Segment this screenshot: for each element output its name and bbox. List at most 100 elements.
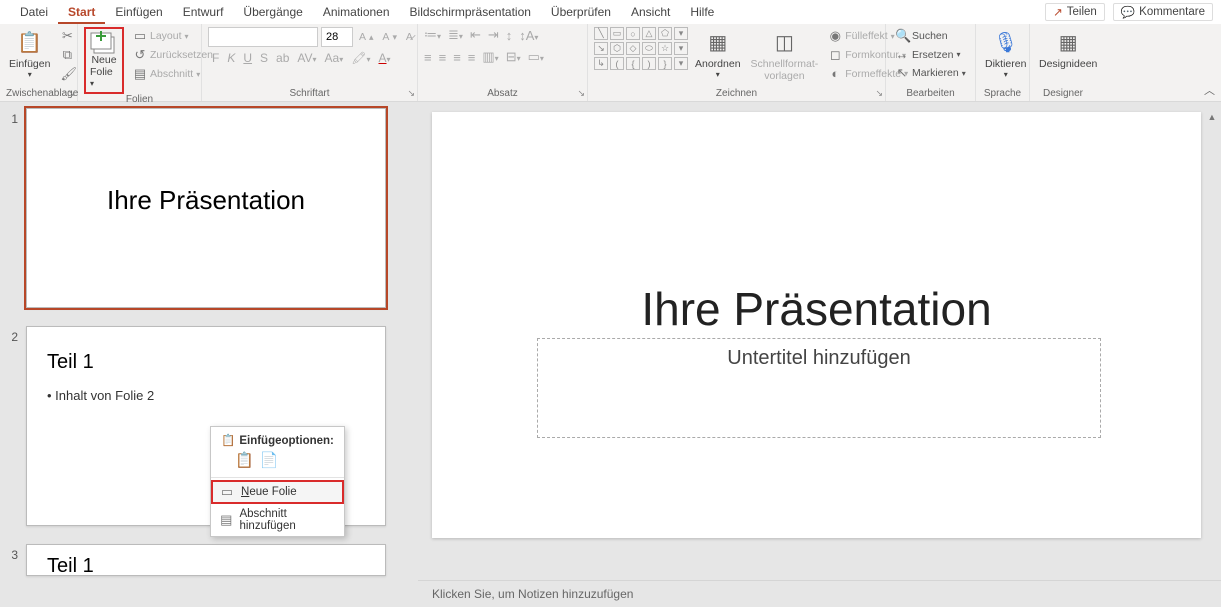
brush-icon: 🖌 [60, 66, 74, 82]
group-label-designer: Designer [1036, 88, 1090, 101]
notes-pane[interactable]: Klicken Sie, um Notizen hinzuzufügen [418, 580, 1221, 607]
paste-use-dest-theme-button[interactable]: 📋 [235, 451, 254, 469]
font-name-input[interactable] [208, 27, 318, 47]
thumb-title: Teil 1 [47, 351, 365, 374]
reset-icon: ↺ [133, 47, 147, 63]
collapse-ribbon-button[interactable]: ︿ [1204, 82, 1215, 98]
share-icon: ↗ [1053, 5, 1063, 19]
tab-start[interactable]: Start [58, 0, 105, 24]
group-label-font: Schriftart [208, 88, 411, 101]
scissors-icon: ✂ [60, 28, 74, 44]
new-slide-button[interactable]: Neue Folie ▾ [84, 27, 124, 94]
thumb-title: Ihre Präsentation [47, 185, 365, 216]
clipboard-launcher[interactable]: ↘ [67, 88, 75, 99]
design-ideas-button[interactable]: ▦Designideen [1036, 27, 1100, 73]
ctx-add-section-item[interactable]: ▤ Abschnitt hinzufügen [211, 504, 344, 536]
tab-entwurf[interactable]: Entwurf [173, 0, 234, 24]
effects-icon: ◐ [828, 66, 842, 81]
strike-button[interactable]: S [260, 51, 268, 65]
numbering-button[interactable]: ≣▾ [448, 27, 463, 43]
font-color-button[interactable]: A▾ [379, 51, 391, 65]
slide-thumbnail-3[interactable]: Teil 1 [26, 544, 386, 576]
thumb-body: • Inhalt von Folie 2 [47, 388, 365, 403]
thumb-title: Teil 1 [47, 555, 365, 576]
share-button[interactable]: ↗Teilen [1045, 3, 1105, 21]
arrange-button[interactable]: ▦Anordnen▾ [692, 27, 744, 81]
thumb-number: 3 [0, 544, 26, 588]
draw-launcher[interactable]: ↘ [875, 88, 883, 99]
group-label-paragraph: Absatz [424, 88, 581, 101]
italic-button[interactable]: K [227, 51, 235, 65]
new-slide-icon: ▭ [219, 484, 235, 500]
section-icon: ▤ [219, 512, 233, 528]
highlight-button[interactable]: 🖍▾ [351, 51, 370, 65]
paste-button[interactable]: 📋 Einfügen▾ [6, 27, 53, 81]
bold-button[interactable]: F [212, 51, 219, 65]
ribbon: 📋 Einfügen▾ ✂ ⧉ 🖌 Zwischenablage ↘ Neue … [0, 24, 1221, 102]
align-center-button[interactable]: ≡ [439, 50, 447, 65]
slide-canvas[interactable]: Ihre Präsentation Untertitel hinzufügen [432, 112, 1201, 538]
grow-font-button[interactable]: A▴ [356, 30, 376, 44]
paste-keep-source-button[interactable]: 📄 [260, 451, 279, 469]
slide-thumbnail-1[interactable]: Ihre Präsentation [26, 108, 386, 308]
arrange-icon: ▦ [708, 29, 727, 57]
line-spacing-button[interactable]: ↕ [506, 28, 513, 43]
case-button[interactable]: Aa▾ [325, 51, 344, 65]
shadow-button[interactable]: ab [276, 51, 289, 65]
format-painter-button[interactable]: 🖌 [57, 65, 77, 83]
search-icon: 🔍 [895, 28, 909, 44]
vertical-scrollbar[interactable]: ▲ [1205, 112, 1219, 540]
tab-hilfe[interactable]: Hilfe [680, 0, 724, 24]
outdent-button[interactable]: ⇤ [470, 27, 481, 43]
spacing-button[interactable]: AV▾ [297, 51, 316, 65]
clipboard-icon: 📋 [221, 435, 235, 447]
tab-datei[interactable]: Datei [10, 0, 58, 24]
align-text-button[interactable]: ⊟▾ [506, 49, 521, 65]
outline-icon: ◻ [828, 47, 842, 63]
slide-subtitle-placeholder[interactable]: Untertitel hinzufügen [537, 338, 1101, 438]
comments-button[interactable]: 💬Kommentare [1113, 3, 1213, 21]
tab-ueberpruefen[interactable]: Überprüfen [541, 0, 621, 24]
fill-icon: ◉ [828, 28, 842, 44]
group-label-voice: Sprache [982, 88, 1023, 101]
scroll-up-button[interactable]: ▲ [1205, 112, 1219, 122]
indent-button[interactable]: ⇥ [488, 27, 499, 43]
align-right-button[interactable]: ≡ [453, 50, 461, 65]
shrink-font-button[interactable]: A▾ [379, 30, 399, 44]
tab-bildschirmpraesentation[interactable]: Bildschirmpräsentation [400, 0, 541, 24]
find-button[interactable]: 🔍Suchen [892, 27, 969, 45]
font-launcher[interactable]: ↘ [407, 88, 415, 99]
cut-button[interactable]: ✂ [57, 27, 77, 45]
ribbon-tabs: Datei Start Einfügen Entwurf Übergänge A… [0, 0, 1221, 24]
justify-button[interactable]: ≡ [468, 50, 476, 65]
columns-button[interactable]: ▥▾ [482, 49, 498, 65]
smartart-button[interactable]: ▭▾ [528, 49, 544, 65]
copy-button[interactable]: ⧉ [57, 46, 77, 64]
dictate-button[interactable]: 🎙Diktieren▾ [982, 27, 1029, 81]
paragraph-launcher[interactable]: ↘ [577, 88, 585, 99]
align-left-button[interactable]: ≡ [424, 50, 432, 65]
bullets-button[interactable]: ≔▾ [424, 27, 441, 43]
underline-button[interactable]: U [243, 51, 252, 65]
ctx-paste-options-label: 📋Einfügeoptionen: [211, 427, 344, 449]
clear-format-button[interactable]: A̷ [403, 30, 416, 44]
font-size-input[interactable] [321, 27, 353, 47]
select-button[interactable]: ↖Markieren ▾ [892, 64, 969, 82]
quickstyles-icon: ◫ [775, 29, 794, 57]
quick-styles-button[interactable]: ◫Schnellformat-vorlagen [748, 27, 822, 84]
slide-title-text[interactable]: Ihre Präsentation [432, 282, 1201, 336]
group-label-clipboard: Zwischenablage [6, 88, 71, 101]
thumb-number: 2 [0, 326, 26, 538]
text-direction-button[interactable]: ↕A▾ [519, 28, 538, 43]
ctx-new-slide-item[interactable]: ▭ Neue Folie [211, 480, 344, 504]
new-slide-icon [90, 31, 118, 55]
design-icon: ▦ [1059, 29, 1078, 57]
tab-uebergaenge[interactable]: Übergänge [233, 0, 312, 24]
tab-animationen[interactable]: Animationen [313, 0, 400, 24]
tab-ansicht[interactable]: Ansicht [621, 0, 680, 24]
tab-einfuegen[interactable]: Einfügen [105, 0, 172, 24]
slide-thumbnails-panel: 1 Ihre Präsentation 2 Teil 1 • Inhalt vo… [0, 102, 418, 607]
shapes-gallery[interactable]: ╲▭○△⬠▾ ↘⬡◇⬭☆▾ ↳({)}▾ [594, 27, 688, 70]
copy-icon: ⧉ [60, 47, 74, 63]
replace-button[interactable]: ↔Ersetzen ▾ [892, 46, 969, 63]
